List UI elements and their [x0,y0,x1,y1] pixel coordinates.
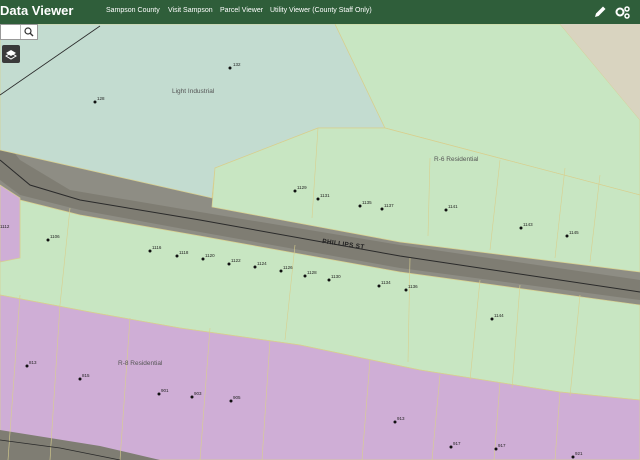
app-title: Data Viewer [0,3,74,18]
svg-text:901: 901 [161,388,169,393]
svg-text:1134: 1134 [381,280,391,285]
svg-text:1106: 1106 [50,234,60,239]
search-icon[interactable] [20,25,37,39]
svg-text:1141: 1141 [448,204,458,209]
gear-icon[interactable] [614,4,630,20]
zone-label-r8: R-8 Residential [118,360,163,367]
map-canvas[interactable]: Light Industrial R-6 Residential R-8 Res… [0,24,640,460]
svg-text:917: 917 [453,441,461,446]
basemap-icon[interactable] [2,45,20,63]
svg-text:813: 813 [29,360,37,365]
search-box [0,24,38,40]
svg-text:917: 917 [498,443,506,448]
svg-text:1131: 1131 [320,193,330,198]
svg-text:1130: 1130 [331,274,341,279]
search-input[interactable] [1,25,21,39]
svg-text:913: 913 [397,416,405,421]
svg-text:1116: 1116 [152,245,162,250]
svg-text:1143: 1143 [523,222,533,227]
svg-text:1118: 1118 [179,250,189,255]
svg-text:1128: 1128 [307,270,317,275]
nav-link-parcel-viewer[interactable]: Parcel Viewer [220,7,263,14]
svg-text:815: 815 [82,373,90,378]
nav-link-utility-viewer[interactable]: Utility Viewer (County Staff Only) [270,7,372,14]
svg-text:132: 132 [233,62,241,67]
svg-text:1126: 1126 [283,265,293,270]
svg-text:1135: 1135 [362,200,372,205]
app-header: Data Viewer Sampson County Visit Sampson… [0,0,640,24]
svg-text:1120: 1120 [205,253,215,258]
svg-text:1136: 1136 [408,284,418,289]
svg-text:1145: 1145 [569,230,579,235]
svg-text:921: 921 [575,451,583,456]
svg-text:905: 905 [233,395,241,400]
nav-link-visit-sampson[interactable]: Visit Sampson [168,7,213,14]
svg-text:1112: 1112 [0,224,10,229]
parcel-point: 1112 [0,224,10,229]
zone-label-light-industrial: Light Industrial [172,88,215,95]
nav-link-sampson-county[interactable]: Sampson County [106,7,160,14]
svg-text:128: 128 [97,96,105,101]
svg-text:1144: 1144 [494,313,504,318]
svg-text:1137: 1137 [384,203,394,208]
pencil-icon[interactable] [592,4,608,20]
svg-text:1124: 1124 [257,261,267,266]
svg-text:903: 903 [194,391,202,396]
zone-label-r6: R-6 Residential [434,156,479,163]
svg-text:1129: 1129 [297,185,307,190]
svg-text:1122: 1122 [231,258,241,263]
